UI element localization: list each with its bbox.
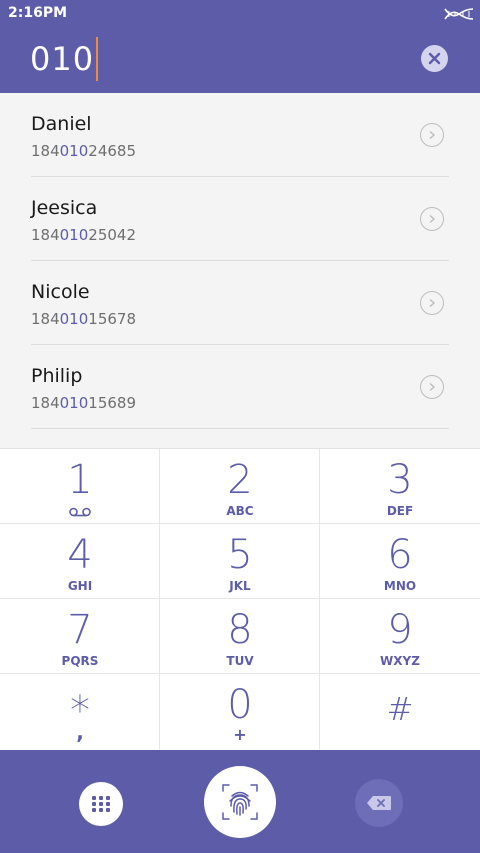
dial-key-9[interactable]: 9 WXYZ — [320, 599, 480, 674]
key-digit: 9 — [387, 607, 413, 653]
list-item[interactable]: Nicole 18401015678 — [0, 261, 480, 345]
list-item[interactable]: Philip 18401015689 — [0, 345, 480, 429]
contact-details-button[interactable] — [420, 123, 444, 147]
fingerprint-icon — [222, 784, 258, 820]
key-letters: GHI — [67, 579, 93, 593]
bottom-action-bar — [0, 750, 480, 853]
dial-key-2[interactable]: 2 ABC — [160, 449, 320, 524]
close-icon — [428, 52, 441, 65]
text-caret — [96, 37, 99, 81]
key-digit: 6 — [387, 532, 413, 578]
key-digit: 4 — [67, 532, 93, 578]
clear-button[interactable] — [421, 45, 448, 72]
dial-key-star[interactable]: * , — [0, 674, 160, 749]
contact-details-button[interactable] — [420, 291, 444, 315]
key-letters: DEF — [386, 504, 414, 518]
status-bar: 2:16PM — [0, 0, 480, 28]
contact-name: Philip — [31, 365, 83, 387]
key-digit: 1 — [67, 457, 93, 503]
contact-name: Nicole — [31, 281, 90, 303]
chevron-right-icon — [429, 130, 436, 140]
dialpad-toggle-button[interactable] — [79, 782, 123, 826]
key-digit: 5 — [227, 532, 253, 578]
status-time: 2:16PM — [8, 5, 68, 21]
dial-key-7[interactable]: 7 PQRS — [0, 599, 160, 674]
grid-icon — [92, 796, 110, 812]
contact-number: 18401015678 — [31, 310, 136, 328]
contact-name: Jeesica — [31, 197, 98, 219]
dial-key-3[interactable]: 3 DEF — [320, 449, 480, 524]
contact-number: 18401015689 — [31, 394, 136, 412]
dial-key-5[interactable]: 5 JKL — [160, 524, 320, 599]
contact-name: Daniel — [31, 113, 92, 135]
contact-details-button[interactable] — [420, 375, 444, 399]
call-button[interactable] — [204, 766, 276, 838]
key-digit: 7 — [67, 607, 93, 653]
dialpad: 1 2 ABC 3 DEF 4 GHI 5 JKL 6 MNO 7 PQRS 8… — [0, 448, 480, 750]
voicemail-icon — [69, 507, 91, 517]
key-letters: ABC — [226, 504, 254, 518]
list-item[interactable]: Daniel 18401024685 — [0, 93, 480, 177]
chevron-right-icon — [429, 214, 436, 224]
dial-key-6[interactable]: 6 MNO — [320, 524, 480, 599]
contact-number: 18401024685 — [31, 142, 136, 160]
dial-key-hash[interactable]: # — [320, 674, 480, 749]
key-letters: + — [233, 725, 247, 744]
backspace-button[interactable] — [355, 779, 403, 827]
key-digit: 2 — [227, 457, 253, 503]
key-digit: 8 — [227, 607, 253, 653]
search-header: 010 — [0, 28, 480, 93]
key-digit: # — [386, 690, 414, 728]
search-query: 010 — [30, 40, 95, 78]
contact-details-button[interactable] — [420, 207, 444, 231]
dial-key-1[interactable]: 1 — [0, 449, 160, 524]
list-item[interactable]: Jeesica 18401025042 — [0, 177, 480, 261]
key-letters: , — [76, 720, 84, 744]
key-letters: PQRS — [61, 654, 99, 668]
chevron-right-icon — [429, 298, 436, 308]
key-letters: JKL — [229, 579, 251, 593]
dna-icon — [444, 8, 474, 20]
key-letters: MNO — [383, 579, 417, 593]
dial-key-4[interactable]: 4 GHI — [0, 524, 160, 599]
dial-key-0[interactable]: 0 + — [160, 674, 320, 749]
key-letters: WXYZ — [380, 654, 420, 668]
key-letters: TUV — [226, 654, 254, 668]
key-digit: 0 — [227, 682, 253, 728]
chevron-right-icon — [429, 382, 436, 392]
key-digit: 3 — [387, 457, 413, 503]
divider — [31, 428, 449, 429]
contact-list: Daniel 18401024685 Jeesica 18401025042 N… — [0, 93, 480, 448]
dial-key-8[interactable]: 8 TUV — [160, 599, 320, 674]
backspace-icon — [367, 796, 391, 810]
contact-number: 18401025042 — [31, 226, 136, 244]
search-input[interactable]: 010 — [30, 36, 99, 82]
